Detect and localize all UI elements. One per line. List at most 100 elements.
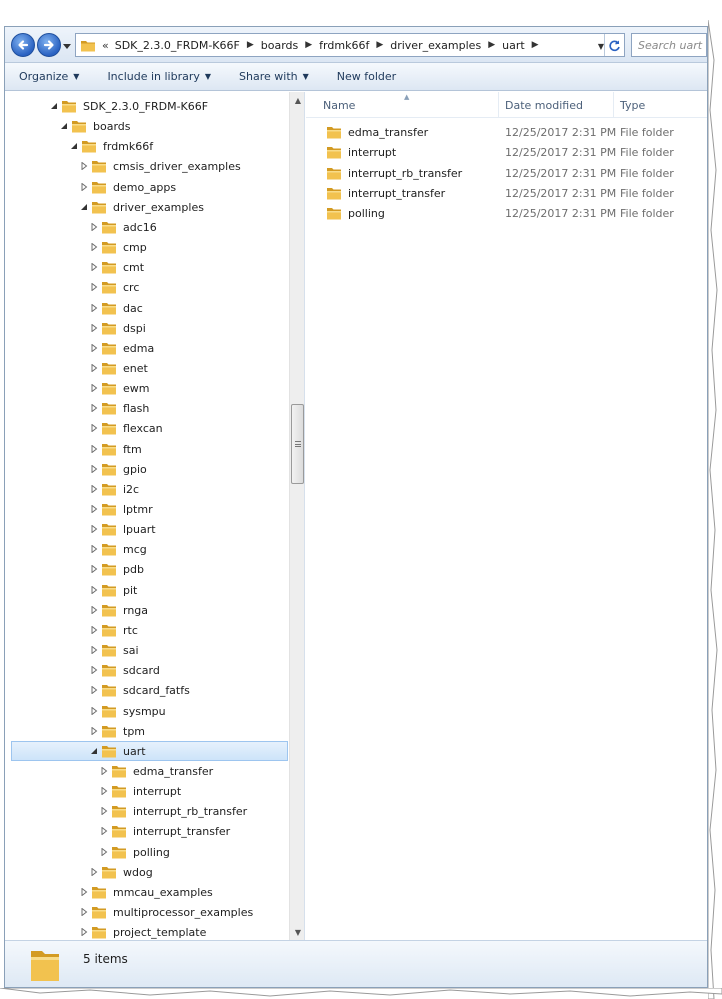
tree-item-multiprocessor-examples[interactable]: multiprocessor_examples <box>5 902 288 922</box>
toolbar-organize-button[interactable]: Organize ▼ <box>19 70 79 83</box>
tree-item-wdog[interactable]: wdog <box>5 862 288 882</box>
breadcrumb-segment[interactable]: driver_examples <box>390 39 481 52</box>
triangle-collapsed-icon[interactable] <box>89 444 99 454</box>
triangle-collapsed-icon[interactable] <box>79 927 89 937</box>
tree-item-polling[interactable]: polling <box>5 842 288 862</box>
triangle-collapsed-icon[interactable] <box>89 564 99 574</box>
tree-item-edma[interactable]: edma <box>5 338 288 358</box>
tree-item-interrupt-rb-transfer[interactable]: interrupt_rb_transfer <box>5 801 288 821</box>
triangle-collapsed-icon[interactable] <box>89 464 99 474</box>
address-field[interactable]: « SDK_2.3.0_FRDM-K66F ▶ boards ▶ frdmk66f ▶ dr… <box>75 33 625 57</box>
triangle-collapsed-icon[interactable] <box>89 303 99 313</box>
scrollbar-thumb[interactable] <box>291 404 304 484</box>
triangle-collapsed-icon[interactable] <box>89 524 99 534</box>
toolbar-include-in-library-button[interactable]: Include in library ▼ <box>107 70 211 83</box>
tree-item-rnga[interactable]: rnga <box>5 600 288 620</box>
triangle-expanded-icon[interactable] <box>59 121 69 131</box>
tree-item-pdb[interactable]: pdb <box>5 559 288 579</box>
breadcrumb-separator-icon[interactable]: ▶ <box>247 40 254 50</box>
file-row[interactable]: polling 12/25/2017 2:31 PM File folder <box>306 203 707 223</box>
tree-item-driver-examples[interactable]: driver_examples <box>5 197 288 217</box>
triangle-collapsed-icon[interactable] <box>99 826 109 836</box>
tree-item-boards[interactable]: boards <box>5 116 288 136</box>
file-row[interactable]: edma_transfer 12/25/2017 2:31 PM File fold… <box>306 122 707 142</box>
tree-item-mcg[interactable]: mcg <box>5 539 288 559</box>
breadcrumb-segment[interactable]: uart <box>502 39 525 52</box>
triangle-collapsed-icon[interactable] <box>89 625 99 635</box>
tree-item-cmp[interactable]: cmp <box>5 237 288 257</box>
tree-item-pit[interactable]: pit <box>5 580 288 600</box>
tree-item-lpuart[interactable]: lpuart <box>5 519 288 539</box>
tree-item-interrupt[interactable]: interrupt <box>5 781 288 801</box>
tree-item-mmcau-examples[interactable]: mmcau_examples <box>5 882 288 902</box>
tree-item-dac[interactable]: dac <box>5 298 288 318</box>
breadcrumb-separator-icon[interactable]: ▶ <box>376 40 383 50</box>
breadcrumb-segment[interactable]: frdmk66f <box>319 39 369 52</box>
file-row[interactable]: interrupt_rb_transfer 12/25/2017 2:31 PM F… <box>306 163 707 183</box>
tree-item-tpm[interactable]: tpm <box>5 721 288 741</box>
tree-item-sysmpu[interactable]: sysmpu <box>5 701 288 721</box>
triangle-collapsed-icon[interactable] <box>89 504 99 514</box>
triangle-collapsed-icon[interactable] <box>89 323 99 333</box>
tree-item-enet[interactable]: enet <box>5 358 288 378</box>
triangle-expanded-icon[interactable] <box>79 202 89 212</box>
scroll-up-arrow-icon[interactable]: ▲ <box>290 92 304 108</box>
breadcrumb-overflow[interactable]: « <box>102 39 109 52</box>
recent-pages-dropdown-icon[interactable] <box>63 42 71 50</box>
triangle-collapsed-icon[interactable] <box>89 706 99 716</box>
tree-item-ftm[interactable]: ftm <box>5 439 288 459</box>
tree-item-demo-apps[interactable]: demo_apps <box>5 177 288 197</box>
triangle-collapsed-icon[interactable] <box>99 766 109 776</box>
forward-button[interactable] <box>37 33 61 57</box>
column-header-date-modified[interactable]: Date modified <box>499 92 614 118</box>
triangle-collapsed-icon[interactable] <box>89 222 99 232</box>
file-row[interactable]: interrupt_transfer 12/25/2017 2:31 PM File… <box>306 183 707 203</box>
triangle-collapsed-icon[interactable] <box>99 786 109 796</box>
refresh-button[interactable] <box>604 34 624 56</box>
file-row[interactable]: interrupt 12/25/2017 2:31 PM File folder <box>306 142 707 162</box>
tree-item-interrupt-transfer[interactable]: interrupt_transfer <box>5 821 288 841</box>
tree-item-flexcan[interactable]: flexcan <box>5 418 288 438</box>
breadcrumb-separator-icon[interactable]: ▶ <box>305 40 312 50</box>
triangle-expanded-icon[interactable] <box>89 746 99 756</box>
toolbar-share-with-button[interactable]: Share with ▼ <box>239 70 309 83</box>
column-header-type[interactable]: Type <box>614 92 707 118</box>
triangle-collapsed-icon[interactable] <box>89 726 99 736</box>
triangle-collapsed-icon[interactable] <box>89 645 99 655</box>
triangle-collapsed-icon[interactable] <box>79 161 89 171</box>
toolbar-new-folder-button[interactable]: New folder <box>337 70 396 83</box>
tree-item-rtc[interactable]: rtc <box>5 620 288 640</box>
breadcrumb-separator-icon[interactable]: ▶ <box>532 40 539 50</box>
triangle-collapsed-icon[interactable] <box>89 242 99 252</box>
tree-item-sdk-2-3-0-frdm-k66f[interactable]: SDK_2.3.0_FRDM-K66F <box>5 96 288 116</box>
tree-item-uart[interactable]: uart <box>11 741 288 761</box>
tree-item-flash[interactable]: flash <box>5 398 288 418</box>
tree-item-ewm[interactable]: ewm <box>5 378 288 398</box>
breadcrumb-segment[interactable]: SDK_2.3.0_FRDM-K66F <box>115 39 240 52</box>
triangle-collapsed-icon[interactable] <box>89 605 99 615</box>
triangle-collapsed-icon[interactable] <box>89 585 99 595</box>
tree-item-gpio[interactable]: gpio <box>5 459 288 479</box>
tree-item-project-template[interactable]: project_template <box>5 922 288 940</box>
scroll-down-arrow-icon[interactable]: ▼ <box>290 924 304 940</box>
triangle-collapsed-icon[interactable] <box>89 403 99 413</box>
triangle-collapsed-icon[interactable] <box>89 423 99 433</box>
triangle-collapsed-icon[interactable] <box>89 544 99 554</box>
triangle-expanded-icon[interactable] <box>69 141 79 151</box>
tree-item-edma-transfer[interactable]: edma_transfer <box>5 761 288 781</box>
back-button[interactable] <box>11 33 35 57</box>
triangle-collapsed-icon[interactable] <box>99 806 109 816</box>
triangle-collapsed-icon[interactable] <box>99 847 109 857</box>
tree-item-sai[interactable]: sai <box>5 640 288 660</box>
tree-item-lptmr[interactable]: lptmr <box>5 499 288 519</box>
triangle-collapsed-icon[interactable] <box>79 887 89 897</box>
triangle-collapsed-icon[interactable] <box>89 685 99 695</box>
triangle-collapsed-icon[interactable] <box>89 343 99 353</box>
tree-item-dspi[interactable]: dspi <box>5 318 288 338</box>
tree-item-adc16[interactable]: adc16 <box>5 217 288 237</box>
tree-item-cmsis-driver-examples[interactable]: cmsis_driver_examples <box>5 156 288 176</box>
tree-item-cmt[interactable]: cmt <box>5 257 288 277</box>
triangle-collapsed-icon[interactable] <box>89 262 99 272</box>
triangle-collapsed-icon[interactable] <box>89 867 99 877</box>
triangle-expanded-icon[interactable] <box>49 101 59 111</box>
